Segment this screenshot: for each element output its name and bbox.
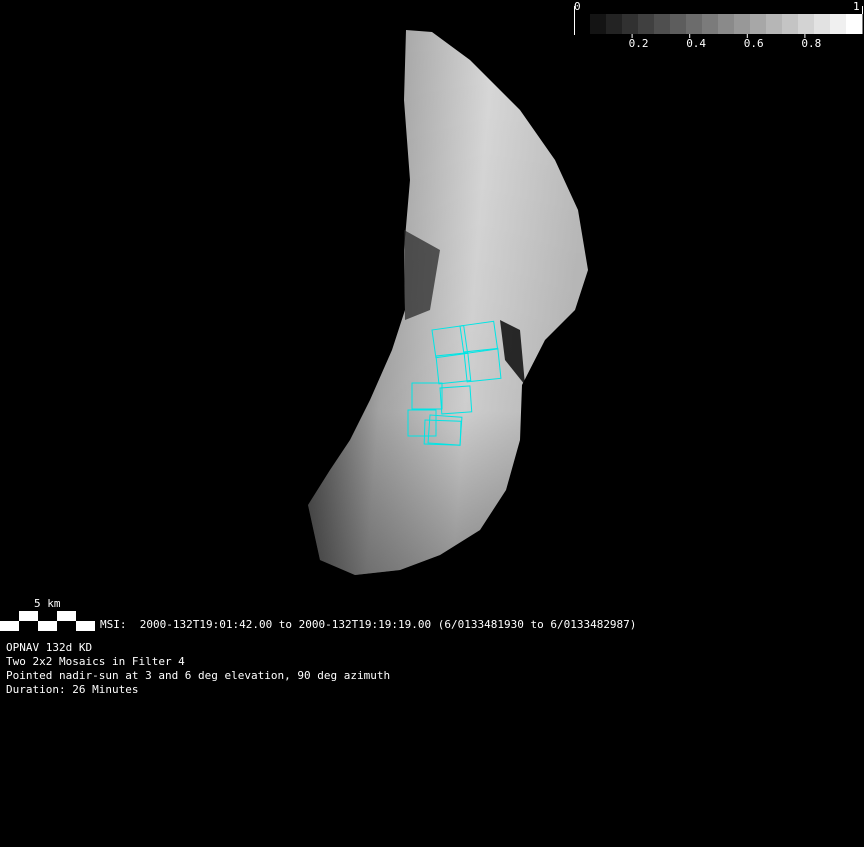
- colorbar-tick-label: 0.6: [743, 37, 764, 50]
- colorbar-tick-label: 0.2: [628, 37, 649, 50]
- colorbar-cell: [702, 14, 719, 34]
- colorbar: [574, 6, 863, 38]
- colorbar-cell: [846, 14, 863, 34]
- colorbar-cell: [750, 14, 767, 34]
- colorbar-cell: [670, 14, 687, 34]
- asteroid-view: [0, 6, 863, 631]
- colorbar-cell: [734, 14, 751, 34]
- colorbar-cell: [590, 14, 607, 34]
- info-line-2: Two 2x2 Mosaics in Filter 4: [6, 655, 185, 668]
- scale-bar-label: 5 km: [34, 597, 61, 610]
- info-line-3: Pointed nadir-sun at 3 and 6 deg elevati…: [6, 669, 391, 682]
- scale-bar: [0, 611, 95, 631]
- colorbar-max-label: 1: [853, 0, 860, 13]
- colorbar-cell: [814, 14, 831, 34]
- colorbar-cell: [606, 14, 623, 34]
- colorbar-tick-label: 0.8: [801, 37, 822, 50]
- scale-bar-segment: [0, 611, 19, 621]
- colorbar-cell: [830, 14, 847, 34]
- colorbar-min-label: 0: [574, 0, 581, 13]
- colorbar-tick-label: 0.4: [686, 37, 707, 50]
- colorbar-cell: [798, 14, 815, 34]
- colorbar-cell: [766, 14, 783, 34]
- info-line-1: OPNAV 132d KD: [6, 641, 93, 654]
- info-line-4: Duration: 26 Minutes: [6, 683, 139, 696]
- colorbar-cell: [638, 14, 655, 34]
- colorbar-cell: [654, 14, 671, 34]
- scale-bar-segment: [76, 611, 95, 621]
- colorbar-cell: [782, 14, 799, 34]
- colorbar-cell: [622, 14, 639, 34]
- colorbar-cell: [686, 14, 703, 34]
- scale-bar-segment: [19, 621, 38, 631]
- asteroid-shape: [308, 30, 588, 575]
- msi-time-range: MSI: 2000-132T19:01:42.00 to 2000-132T19…: [100, 618, 637, 631]
- scale-bar-segment: [57, 621, 76, 631]
- colorbar-cell: [718, 14, 735, 34]
- scale-bar-segment: [38, 611, 57, 621]
